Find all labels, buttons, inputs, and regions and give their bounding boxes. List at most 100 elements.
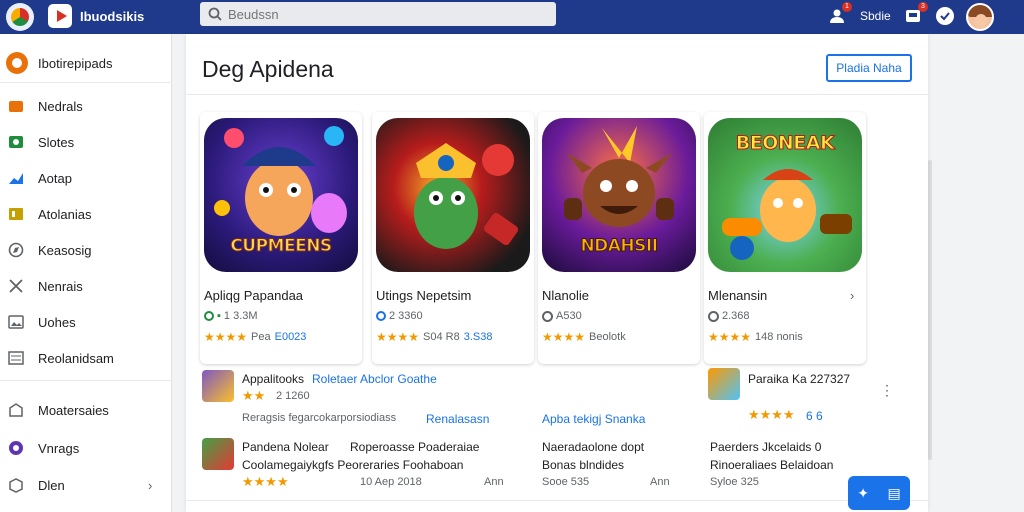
app-meta: ▪ 1 3.3M xyxy=(204,310,258,322)
list-item-sub: 2 1260 xyxy=(276,390,310,402)
star-rating: ★★★★ xyxy=(204,330,248,344)
list-item-desc: Bonas blndides xyxy=(542,458,625,472)
grid-icon: ▤ xyxy=(887,484,901,501)
app-rating: ★★★★ S04 R8 3.S38 xyxy=(376,330,492,344)
art-title: CUPMEENS xyxy=(230,236,333,257)
sidebar-item-label: Nedrals xyxy=(38,98,83,114)
app-downloads: A530 xyxy=(556,310,582,322)
header-action-button[interactable]: Pladia Naha xyxy=(826,54,912,82)
app-art[interactable]: BEONEAK xyxy=(708,118,862,272)
divider xyxy=(0,380,172,381)
floating-action-button[interactable]: ✦ ▤ xyxy=(848,476,910,510)
app-card[interactable]: Utings Nepetsim 2 3360 ★★★★ S04 R8 3.S38 xyxy=(372,112,534,364)
star-rating: ★★★★ xyxy=(376,330,420,344)
list-item-title[interactable]: Paraika Ka 227327 xyxy=(748,372,850,386)
list-item-desc: Rinoeraliaes Belaidoan xyxy=(710,458,834,472)
chevron-right-icon[interactable]: › xyxy=(850,288,854,303)
list-item-link[interactable]: Apba tekigj Snanka xyxy=(542,412,645,426)
search-bar[interactable] xyxy=(200,2,556,26)
user-label[interactable]: Sbdie xyxy=(860,9,891,23)
account-icon[interactable]: 1 xyxy=(826,2,852,27)
sidebar-item-dlen[interactable]: Dlen › xyxy=(0,470,172,500)
sidebar-item-label: Keasosig xyxy=(38,242,92,258)
app-downloads: 2 3360 xyxy=(389,310,423,322)
app-art[interactable] xyxy=(376,118,530,272)
star-rating: ★★ xyxy=(242,388,266,403)
sidebar-item-charts[interactable]: Aotap xyxy=(0,163,172,193)
more-options-icon[interactable]: ⋮ xyxy=(880,382,894,399)
chart-icon xyxy=(8,170,24,186)
app-meta: 2 3360 xyxy=(376,310,423,322)
app-meta: A530 xyxy=(542,310,582,322)
rating-text: 148 nonis xyxy=(755,331,803,343)
info-icon xyxy=(708,310,719,322)
list-icon xyxy=(8,350,24,366)
list-item-desc: Coolamegaiykgfs Peoreraries Foohaboan xyxy=(242,458,464,472)
sidebar-item-books[interactable]: Atolanias xyxy=(0,199,172,229)
avatar[interactable] xyxy=(966,3,994,31)
sidebar-item-list[interactable]: Reolanidsam xyxy=(0,343,172,373)
play-store-icon[interactable] xyxy=(48,4,72,28)
app-art[interactable]: CUPMEENS xyxy=(204,118,358,272)
sidebar-item-vnrags[interactable]: Vnrags xyxy=(0,433,172,463)
sidebar-item-store[interactable]: Nedrals xyxy=(0,91,172,121)
app-thumbnail[interactable] xyxy=(202,438,234,470)
sidebar-item-games[interactable]: Slotes xyxy=(0,127,172,157)
sidebar-item-images[interactable]: Uohes xyxy=(0,307,172,337)
app-art[interactable]: NDAHSII xyxy=(542,118,696,272)
sidebar-item-label: Dlen xyxy=(38,477,65,493)
list-item-time: Ann xyxy=(650,476,670,488)
image-icon xyxy=(8,314,24,330)
top-app-bar: Ibuodsikis 1 Sbdie 3 xyxy=(0,0,1024,34)
app-title: Nlanolie xyxy=(542,288,589,303)
app-thumbnail[interactable] xyxy=(708,368,740,400)
app-card[interactable]: NDAHSII Nlanolie A530 ★★★★ Beolotk xyxy=(538,112,700,364)
sidebar-item-home[interactable]: Ibotirepipads xyxy=(0,48,172,78)
star-rating: ★★★★ xyxy=(542,330,586,344)
search-input[interactable] xyxy=(228,6,528,22)
sidebar-item-tools[interactable]: Nenrais xyxy=(0,271,172,301)
help-icon[interactable] xyxy=(934,5,956,27)
list-item-date: Syloe 325 xyxy=(710,476,759,488)
app-logo-icon[interactable] xyxy=(6,3,34,31)
list-item-link[interactable]: Roletaer Abclor Goathe xyxy=(312,372,437,386)
sidebar-item-explore[interactable]: Keasosig xyxy=(0,235,172,265)
sidebar-item-label: Slotes xyxy=(38,134,75,150)
chevron-right-icon[interactable]: › xyxy=(148,478,152,493)
star-rating: ★★★★ xyxy=(708,330,752,344)
inbox-count-badge: 3 xyxy=(918,2,928,12)
app-logo-icon xyxy=(6,52,28,74)
app-thumbnail[interactable] xyxy=(202,370,234,402)
inbox-icon[interactable]: 3 xyxy=(902,2,928,27)
app-card[interactable]: BEONEAK Mlenansin › 2.368 ★★★★ 148 nonis xyxy=(704,112,866,364)
sidebar-item-label: Aotap xyxy=(38,170,72,186)
sidebar: Ibotirepipads Nedrals Slotes Aotap Atola… xyxy=(0,34,172,512)
app-title: Apliqg Papandaa xyxy=(204,288,304,303)
book-icon xyxy=(8,206,24,222)
art-title: BEONEAK xyxy=(735,132,835,155)
app-price[interactable]: 3.S38 xyxy=(464,331,493,343)
app-rating: ★★★★ Beolotk xyxy=(542,330,626,344)
scrollbar[interactable] xyxy=(928,160,932,460)
app-title: Mlenansin xyxy=(708,288,768,303)
list-item-title[interactable]: Naeradaolone dopt xyxy=(542,440,644,454)
notification-count-badge: 1 xyxy=(842,2,852,12)
list-item-link[interactable]: Renalasasn xyxy=(426,412,489,426)
list-item-title[interactable]: Paerders Jkcelaids 0 xyxy=(710,440,821,454)
sidebar-item-buildings[interactable]: Moatersaies xyxy=(0,395,172,425)
star-rating: ★★★★ xyxy=(242,474,289,489)
rating-text: S04 R8 xyxy=(423,331,460,343)
brand-title: Ibuodsikis xyxy=(80,9,145,24)
sidebar-item-label: Ibotirepipads xyxy=(38,55,113,71)
list-item-title[interactable]: Pandena Nolear xyxy=(242,440,329,454)
app-price[interactable]: E0023 xyxy=(275,331,307,343)
sidebar-item-label: Atolanias xyxy=(38,206,92,222)
star-rating: ★★★★ xyxy=(748,407,795,422)
tools-icon xyxy=(8,278,24,294)
list-item-title[interactable]: Appalitooks xyxy=(242,372,304,386)
list-item-desc: Reragsis fegarcokarporsiodiass xyxy=(242,412,397,424)
rating-text: Pea xyxy=(251,331,271,343)
sidebar-item-label: Vnrags xyxy=(38,440,80,456)
app-downloads: 1 3.3M xyxy=(223,310,258,322)
app-card[interactable]: CUPMEENS Apliqg Papandaa ▪ 1 3.3M ★★★★ P… xyxy=(200,112,362,364)
